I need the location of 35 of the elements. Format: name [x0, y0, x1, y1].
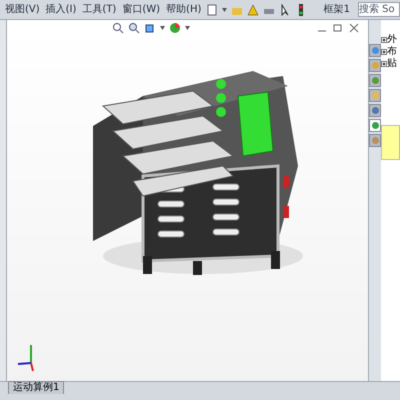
- sphere-icon[interactable]: [169, 22, 181, 34]
- pane-tab-icon: [372, 92, 378, 99]
- bottom-tab[interactable]: 运动算例1: [8, 381, 64, 395]
- zoom-icon[interactable]: [128, 22, 140, 34]
- menu-item[interactable]: 视图(V): [4, 2, 41, 17]
- pane-tab-icon: [372, 137, 378, 144]
- expand-toggle-icon[interactable]: [381, 60, 387, 66]
- caret-icon[interactable]: [222, 8, 228, 12]
- tree-item[interactable]: 布: [387, 46, 397, 57]
- pane-tab-icon: [372, 77, 378, 84]
- pane-tab-icon: [372, 122, 378, 129]
- caret-icon[interactable]: [185, 26, 190, 30]
- zoom-icon[interactable]: [112, 22, 124, 34]
- menu-item[interactable]: 窗口(W): [121, 2, 162, 17]
- close-icon[interactable]: [348, 22, 360, 34]
- expand-toggle-icon[interactable]: [381, 48, 387, 54]
- document-title: 框架1: [324, 2, 350, 17]
- warning-icon[interactable]: [247, 4, 260, 16]
- menu-item[interactable]: 工具(T): [81, 2, 118, 17]
- document-icon[interactable]: [206, 4, 218, 16]
- pane-tab-icon: [372, 107, 378, 114]
- tree-item[interactable]: 贴: [387, 58, 397, 69]
- task-pane-tab[interactable]: [369, 119, 381, 132]
- menu-item[interactable]: 帮助(H): [165, 2, 202, 17]
- pane-tab-icon: [372, 62, 378, 69]
- axis-triad-icon: [15, 343, 37, 373]
- menu-item[interactable]: 插入(I): [44, 2, 78, 17]
- expand-toggle-icon[interactable]: [381, 36, 387, 42]
- caret-icon[interactable]: [160, 26, 165, 30]
- tree-item[interactable]: 外: [387, 34, 397, 45]
- pointer-icon[interactable]: [279, 4, 292, 16]
- pane-tab-icon: [372, 47, 378, 54]
- search-field[interactable]: 搜索 So: [358, 2, 400, 17]
- preview-panel: [381, 125, 400, 160]
- restore-icon[interactable]: [332, 22, 344, 34]
